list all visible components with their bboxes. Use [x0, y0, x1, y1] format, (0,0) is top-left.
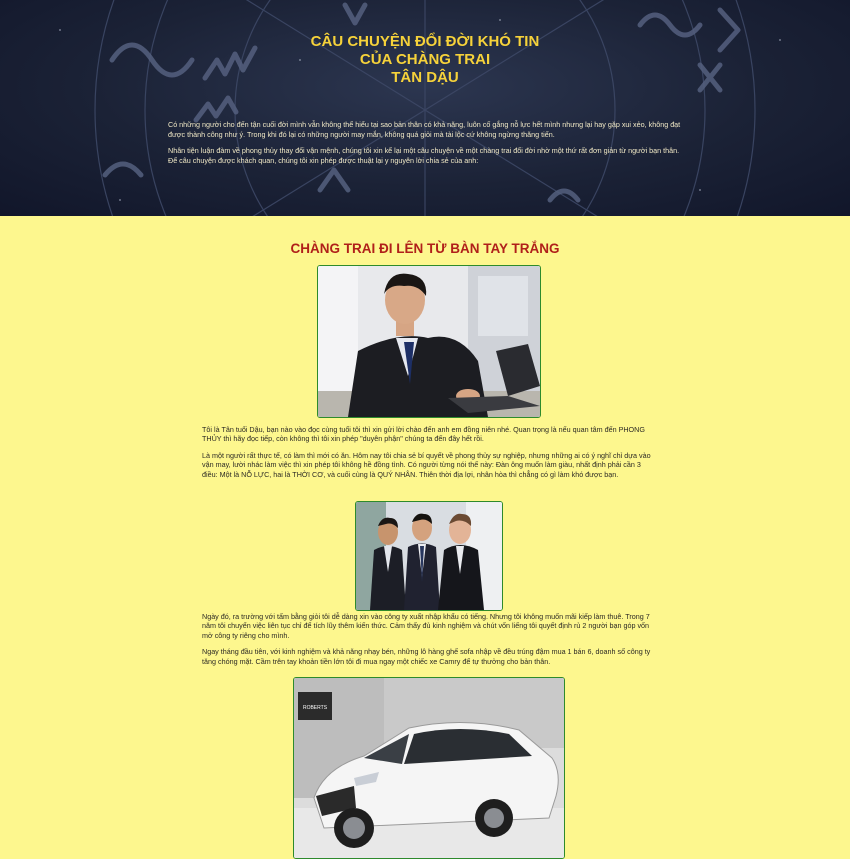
photo-white-camry: ROBERTS [293, 677, 565, 859]
story-text-block-2: Ngày đó, ra trường với tấm bằng giỏi tôi… [202, 612, 655, 673]
hero-paragraph: Có những người cho đến tận cuối đời mình… [168, 120, 681, 139]
dealer-sign-text: ROBERTS [303, 705, 328, 711]
section-title: CHÀNG TRAI ĐI LÊN TỪ BÀN TAY TRẮNG [290, 241, 560, 256]
hero-intro: Có những người cho đến tận cuối đời mình… [168, 120, 688, 172]
hero-paragraph: Nhân tiện luận đàm về phong thủy thay đổ… [168, 146, 680, 165]
hero-title: CÂU CHUYỆN ĐỔI ĐỜI KHÓ TIN CỦA CHÀNG TRA… [0, 33, 850, 87]
photo-man-at-laptop [317, 265, 541, 418]
hero-title-line-3: TÂN DẬU [391, 69, 459, 86]
hero-banner: CÂU CHUYỆN ĐỔI ĐỜI KHÓ TIN CỦA CHÀNG TRA… [0, 0, 850, 216]
hero-title-line-1: CÂU CHUYỆN ĐỔI ĐỜI KHÓ TIN [310, 33, 540, 50]
photo-three-men [355, 501, 503, 611]
story-paragraph: Tôi là Tân tuổi Dậu, bạn nào vào đọc cùn… [202, 425, 645, 444]
story-paragraph: Ngay tháng đầu tiên, với kinh nghiệm và … [202, 647, 651, 666]
story-paragraph: Là một người rất thực tế, có làm thì mới… [202, 450, 651, 479]
story-paragraph: Ngày đó, ra trường với tấm bằng giỏi tôi… [202, 612, 650, 640]
hero-title-line-2: CỦA CHÀNG TRAI [359, 51, 491, 68]
story-text-block-1: Tôi là Tân tuổi Dậu, bạn nào vào đọc cùn… [202, 425, 655, 486]
